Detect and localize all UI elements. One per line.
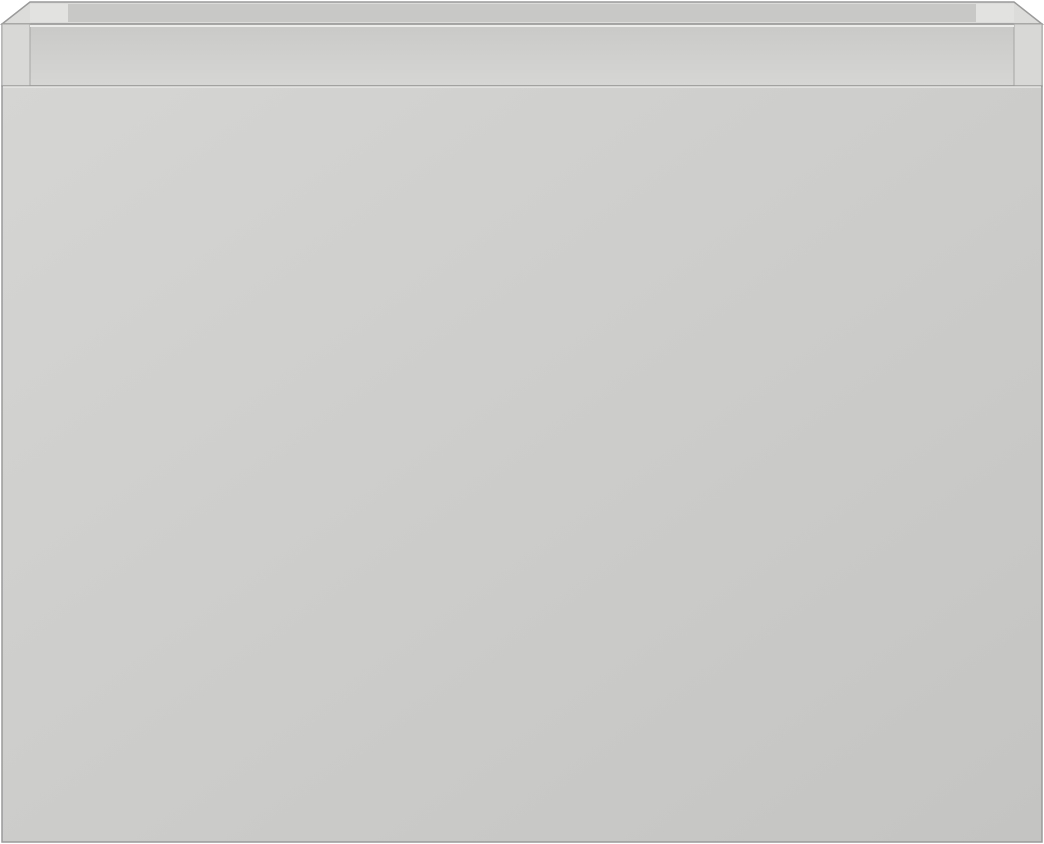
cabinet-upper-rim-right-post [1013, 23, 1043, 87]
render-stage [0, 0, 1044, 844]
cabinet-upper-rim-left-post [1, 23, 31, 87]
cabinet-upper-rim [1, 23, 1043, 87]
cabinet-top-inner-right-wall [976, 4, 1014, 22]
cabinet-illustration [0, 1, 1044, 843]
cabinet-top-inner-left-wall [30, 4, 68, 22]
drawer-front-panel [1, 85, 1043, 843]
cabinet-top-inner-back [68, 4, 976, 22]
